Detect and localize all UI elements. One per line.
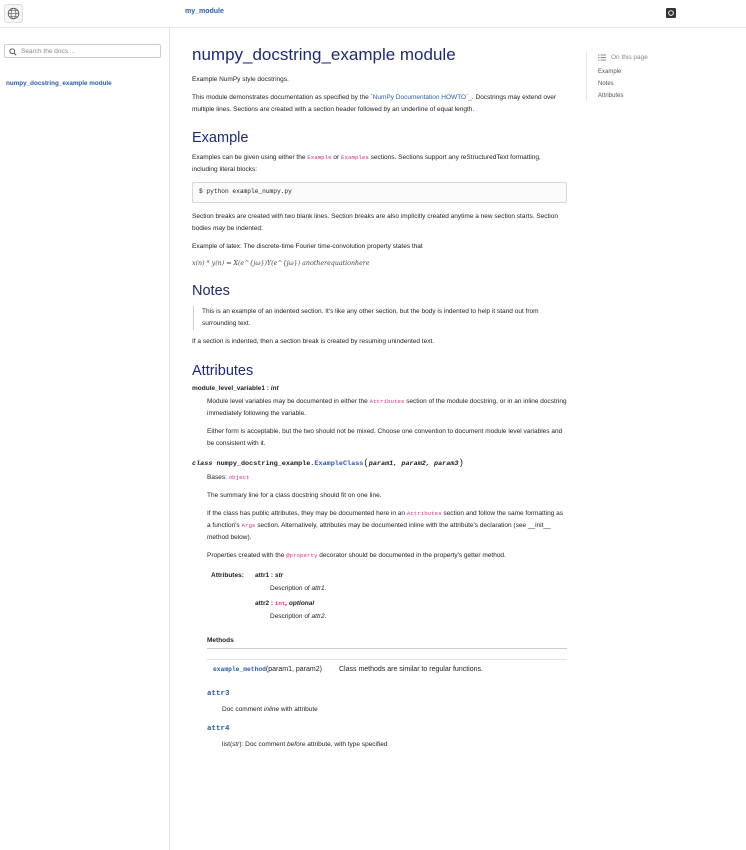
toc-item-notes[interactable]: Notes: [598, 81, 716, 88]
class-attributes-paragraph: If the class has public attributes, they…: [207, 509, 564, 541]
site-title-link[interactable]: my_module: [185, 6, 224, 18]
sidebar-item-module[interactable]: numpy_docstring_example module: [6, 79, 112, 90]
example-method-link[interactable]: example_method: [213, 666, 266, 673]
example-heading: Example: [192, 130, 249, 147]
bases-line: Bases: object: [207, 473, 250, 481]
attr1-term: attr1 : str: [255, 571, 284, 579]
section-breaks-paragraph: Section breaks are created with two blan…: [192, 212, 558, 232]
latex-paragraph: Example of latex: The discrete-time Four…: [192, 242, 423, 250]
attr4-name: attr4: [207, 724, 230, 733]
bases-object-link[interactable]: object: [229, 474, 250, 481]
github-icon[interactable]: [666, 8, 676, 18]
attr3-desc: Doc comment inline with attribute: [222, 705, 318, 713]
class-signature: class numpy_docstring_example.ExampleCla…: [192, 458, 464, 469]
attr1-desc: Description of attr1.: [270, 584, 327, 592]
example-paragraph: Examples can be given using either the E…: [192, 153, 541, 173]
attr2-desc: Description of attr2.: [270, 612, 327, 620]
class-properties-paragraph: Properties created with the @property de…: [207, 551, 506, 559]
code-block: $ python example_numpy.py: [192, 182, 567, 203]
methods-heading: Methods: [207, 635, 567, 649]
attributes-heading: Attributes: [192, 363, 254, 380]
toc-panel: On this page Example Notes Attributes: [586, 52, 716, 101]
notes-blockquote: This is an example of an indented sectio…: [193, 306, 567, 331]
class-summary: The summary line for a class docstring s…: [207, 491, 382, 499]
class-attributes-field: Attributes: attr1 : str Description of a…: [211, 570, 567, 623]
attr3-name: attr3: [207, 689, 230, 698]
search-box[interactable]: [4, 44, 161, 58]
toc-item-example[interactable]: Example: [598, 69, 716, 76]
main-content: numpy_docstring_example module Example N…: [192, 44, 567, 751]
search-input[interactable]: [21, 46, 157, 57]
intro-text: Example NumPy style docstrings.: [192, 76, 289, 84]
attr4-desc: list(str): Doc comment before attribute,…: [222, 740, 388, 748]
sidebar: numpy_docstring_example module: [0, 28, 170, 850]
module-variable-desc: Module level variables may be documented…: [207, 397, 567, 417]
module-variable-desc2: Either form is acceptable, but the two s…: [207, 428, 563, 448]
top-bar: my_module: [0, 0, 746, 28]
toc-item-attributes[interactable]: Attributes: [598, 93, 716, 100]
notes-paragraph: If a section is indented, then a section…: [192, 338, 435, 346]
math-equation: x(n) * y(n) ⇔ X(e^{jω})Y(e^{jω}) another…: [192, 259, 370, 267]
globe-logo-icon[interactable]: [4, 4, 23, 23]
intro-paragraph: This module demonstrates documentation a…: [192, 94, 557, 114]
toc-header: On this page: [598, 52, 716, 63]
page-title: numpy_docstring_example module: [192, 45, 456, 64]
toc-title: On this page: [611, 54, 648, 61]
attr2-term: attr2 : int, optional: [255, 599, 315, 607]
attributes-field-label: Attributes:: [211, 571, 244, 579]
list-icon: [598, 54, 606, 61]
module-variable-term: module_level_variable1 : int: [192, 384, 279, 392]
numpy-howto-link[interactable]: `NumPy Documentation HOWTO`_: [371, 94, 472, 101]
search-icon: [9, 48, 17, 56]
method-row: example_method(param1, param2) Class met…: [207, 658, 567, 676]
notes-heading: Notes: [192, 283, 230, 300]
method-desc: Class methods are similar to regular fun…: [339, 665, 483, 673]
